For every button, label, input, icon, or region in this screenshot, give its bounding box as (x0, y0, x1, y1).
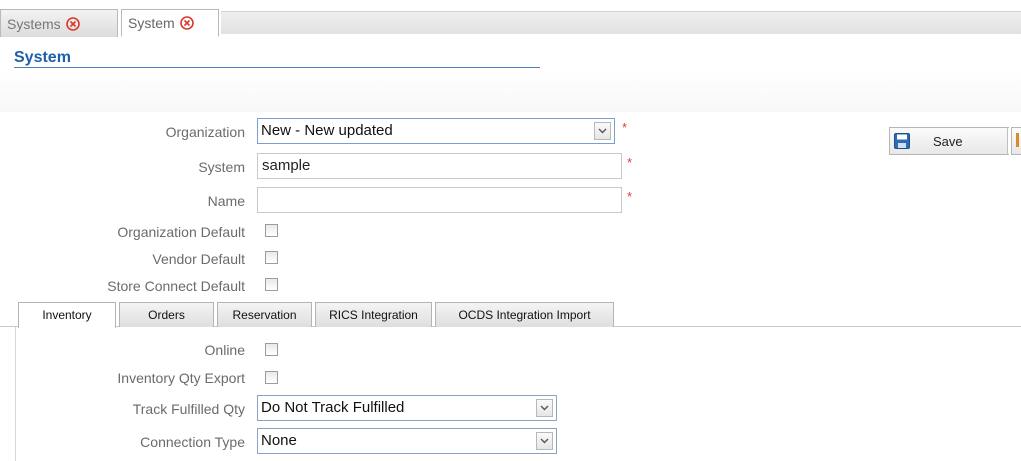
online-label: Online (204, 342, 245, 358)
tab-label: Systems (7, 15, 61, 32)
header-shade (0, 68, 1021, 112)
name-input[interactable] (257, 187, 622, 213)
track-fulfilled-qty-value: Do Not Track Fulfilled (261, 399, 405, 416)
tab-reservation[interactable]: Reservation (217, 302, 312, 327)
organization-default-checkbox[interactable] (265, 224, 278, 237)
tab-orders[interactable]: Orders (119, 302, 214, 327)
tab-ocds-integration-import[interactable]: OCDS Integration Import (435, 302, 614, 327)
connection-type-label: Connection Type (140, 434, 245, 450)
toolbar-button-edge (1016, 133, 1019, 147)
page-title: System (14, 49, 71, 66)
organization-select[interactable]: New - New updated (257, 118, 615, 144)
required-marker: * (622, 120, 628, 135)
close-icon[interactable] (179, 16, 194, 30)
chevron-down-icon[interactable] (536, 432, 553, 450)
tab-label: System (128, 15, 175, 31)
connection-type-select[interactable]: None (257, 428, 557, 454)
tab-systems[interactable]: Systems (0, 9, 118, 37)
chevron-down-icon[interactable] (536, 399, 553, 417)
track-fulfilled-qty-select[interactable]: Do Not Track Fulfilled (257, 395, 557, 421)
chevron-down-icon[interactable] (594, 122, 611, 140)
organization-value: New - New updated (261, 122, 393, 139)
floppy-disk-icon (894, 133, 910, 152)
organization-label: Organization (165, 124, 245, 140)
required-marker: * (627, 189, 633, 204)
document-tab-strip: Systems System (0, 0, 1021, 37)
next-toolbar-button[interactable] (1011, 127, 1021, 155)
online-checkbox[interactable] (265, 343, 278, 356)
tab-system[interactable]: System (121, 9, 219, 37)
tab-inventory[interactable]: Inventory (18, 302, 116, 328)
name-label: Name (207, 193, 245, 209)
vendor-default-checkbox[interactable] (265, 251, 278, 264)
save-button[interactable]: Save (889, 127, 1010, 155)
connection-type-value: None (261, 432, 297, 449)
required-marker: * (627, 155, 633, 170)
system-label: System (198, 159, 245, 175)
inventory-qty-export-label: Inventory Qty Export (117, 370, 245, 386)
tab-strip-background (221, 11, 1021, 34)
tab-rics-integration[interactable]: RICS Integration (315, 302, 432, 327)
store-connect-default-label: Store Connect Default (107, 278, 245, 294)
vendor-default-label: Vendor Default (152, 251, 245, 267)
save-button-label: Save (933, 134, 963, 149)
close-icon[interactable] (65, 16, 80, 31)
track-fulfilled-qty-label: Track Fulfilled Qty (132, 401, 245, 417)
store-connect-default-checkbox[interactable] (265, 278, 278, 291)
system-input[interactable]: sample (257, 153, 622, 179)
inventory-qty-export-checkbox[interactable] (265, 371, 278, 384)
organization-default-label: Organization Default (117, 224, 245, 240)
button-separator (1007, 128, 1010, 154)
